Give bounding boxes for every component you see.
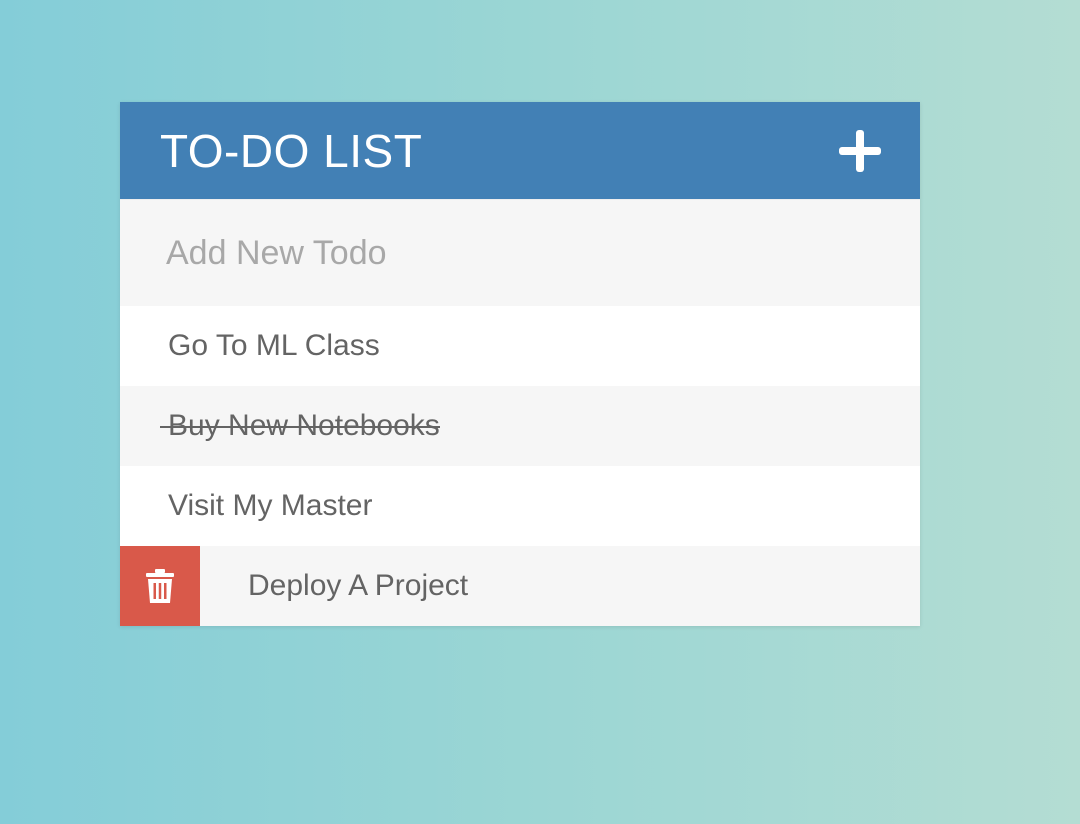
- todo-item[interactable]: Go To ML Class: [120, 306, 920, 386]
- todo-header: TO-DO LIST: [120, 102, 920, 199]
- todo-item[interactable]: Visit My Master: [120, 466, 920, 546]
- todo-item-hovered[interactable]: Deploy A Project: [120, 546, 920, 626]
- add-todo-button[interactable]: [838, 129, 882, 173]
- todo-item-label: Go To ML Class: [168, 329, 380, 362]
- page-title: TO-DO LIST: [160, 124, 423, 177]
- todo-item-label: Visit My Master: [168, 489, 373, 522]
- todo-item-label: Deploy A Project: [248, 569, 469, 602]
- trash-icon: [146, 569, 174, 603]
- new-todo-input[interactable]: [120, 200, 920, 306]
- todo-card: TO-DO LIST Go To ML Class Buy New Notebo…: [120, 102, 920, 626]
- todo-item-label: Buy New Notebooks: [120, 409, 440, 443]
- todo-list: Go To ML Class Buy New Notebooks Visit M…: [120, 306, 920, 626]
- delete-todo-button[interactable]: [120, 546, 200, 626]
- new-todo-field-wrapper: [120, 199, 920, 306]
- todo-item-completed[interactable]: Buy New Notebooks: [120, 386, 920, 466]
